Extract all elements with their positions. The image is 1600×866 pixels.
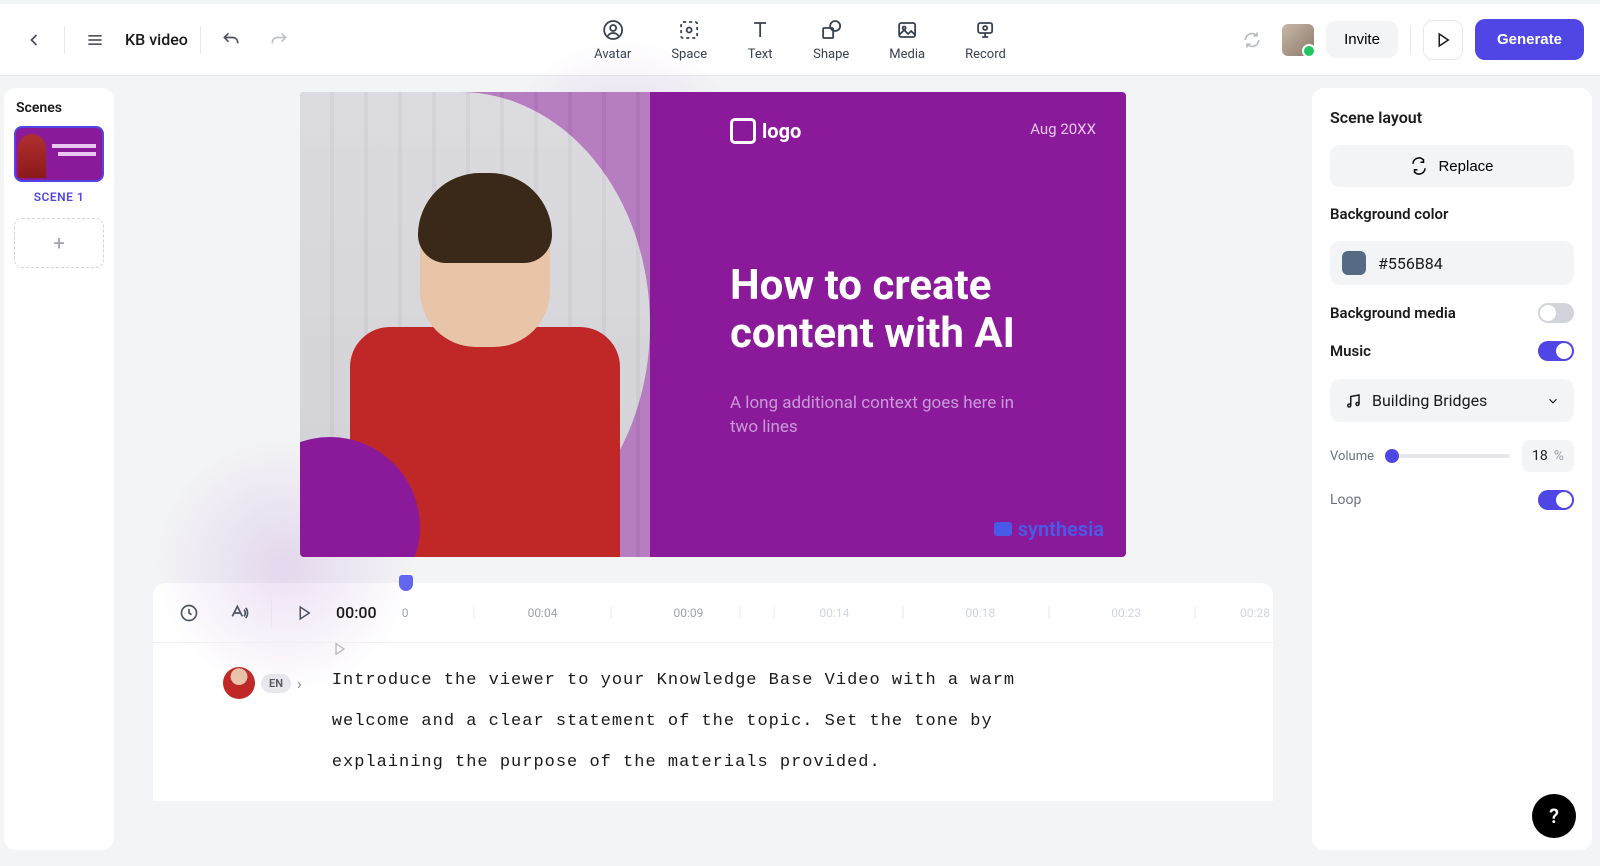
invite-button[interactable]: Invite [1326, 21, 1398, 58]
bg-color-picker[interactable]: #556B84 [1330, 241, 1574, 285]
bg-media-toggle[interactable] [1538, 303, 1574, 323]
music-label: Music [1330, 342, 1371, 360]
loop-label: Loop [1330, 492, 1361, 508]
loop-toggle[interactable] [1538, 490, 1574, 510]
script-text[interactable]: Introduce the viewer to your Knowledge B… [332, 661, 1092, 783]
top-bar: KB video Avatar Space Text Shape Media [0, 4, 1600, 76]
timeline-ruler[interactable]: 0 00:04 00:09 00:14 00:18 00:23 00:28 [397, 583, 1255, 642]
user-avatar[interactable] [1282, 24, 1314, 56]
timeline-panel: 00:00 0 00:04 00:09 00:14 00:18 00:23 [153, 583, 1273, 801]
canvas-area: logo Aug 20XX How to create content with… [114, 76, 1312, 862]
replace-button[interactable]: Replace [1330, 145, 1574, 187]
tool-record[interactable]: Record [965, 17, 1006, 62]
tick: 00:28 [1240, 606, 1270, 620]
tool-label: Text [748, 47, 773, 62]
scene-label: SCENE 1 [34, 190, 85, 204]
music-track-select[interactable]: Building Bridges [1330, 379, 1574, 422]
scene-layout-title: Scene layout [1330, 108, 1574, 127]
tick: 0 [402, 606, 409, 620]
undo-button[interactable] [213, 22, 249, 58]
chevron-left-icon [24, 30, 44, 50]
volume-value-box[interactable]: 18 % [1522, 440, 1574, 472]
canvas-date[interactable]: Aug 20XX [1030, 120, 1096, 138]
tick: 00:18 [965, 606, 995, 620]
chevron-down-icon [1546, 394, 1560, 408]
tool-label: Shape [813, 47, 849, 62]
music-toggle[interactable] [1538, 341, 1574, 361]
voice-button[interactable] [221, 595, 257, 631]
help-button[interactable]: ? [1532, 794, 1576, 838]
scenes-title: Scenes [12, 100, 62, 116]
redo-icon [269, 30, 289, 50]
inspector-panel: Scene layout Replace Background color #5… [1312, 88, 1592, 850]
undo-icon [221, 30, 241, 50]
timeline-current-time: 00:00 [336, 603, 377, 622]
volume-label: Volume [1330, 449, 1374, 464]
volume-slider[interactable] [1386, 454, 1510, 458]
project-title[interactable]: KB video [125, 30, 188, 49]
tick: 00:14 [819, 606, 849, 620]
canvas-headline[interactable]: How to create content with AI [730, 262, 1110, 359]
menu-button[interactable] [77, 22, 113, 58]
divider [200, 26, 201, 54]
tool-label: Media [889, 47, 925, 62]
tick: 00:23 [1111, 606, 1141, 620]
playhead[interactable] [399, 575, 413, 591]
canvas-logo[interactable]: logo [730, 118, 801, 144]
hamburger-icon [85, 30, 105, 50]
record-icon [973, 18, 997, 42]
play-icon [295, 604, 313, 622]
scene-canvas[interactable]: logo Aug 20XX How to create content with… [300, 92, 1126, 557]
divider [271, 599, 272, 627]
bg-media-label: Background media [1330, 304, 1456, 322]
music-track-name: Building Bridges [1372, 391, 1487, 410]
tool-label: Record [965, 47, 1006, 62]
canvas-brand: synthesia [994, 517, 1104, 541]
volume-unit: % [1554, 448, 1564, 464]
clock-icon [179, 603, 199, 623]
divider [1410, 26, 1411, 54]
volume-value: 18 [1532, 448, 1548, 464]
generate-button[interactable]: Generate [1475, 19, 1584, 60]
play-icon [1434, 31, 1452, 49]
shape-icon [819, 18, 843, 42]
scenes-panel: Scenes SCENE 1 + [4, 88, 114, 850]
tick: 00:04 [528, 606, 558, 620]
space-icon [677, 18, 701, 42]
media-icon [895, 18, 919, 42]
timing-button[interactable] [171, 595, 207, 631]
tool-media[interactable]: Media [889, 17, 925, 62]
marker-icon [332, 641, 348, 657]
divider [64, 26, 65, 54]
bg-color-label: Background color [1330, 205, 1574, 223]
scene-thumbnail[interactable] [14, 126, 104, 182]
add-scene-button[interactable]: + [14, 218, 104, 268]
voice-icon [229, 603, 249, 623]
timeline-play-button[interactable] [286, 595, 322, 631]
canvas-subline[interactable]: A long additional context goes here in t… [730, 392, 1030, 440]
swap-icon [1410, 157, 1428, 175]
replace-label: Replace [1438, 158, 1493, 175]
tool-shape[interactable]: Shape [813, 17, 849, 62]
sync-button[interactable] [1234, 22, 1270, 58]
preview-button[interactable] [1423, 20, 1463, 60]
tool-text[interactable]: Text [747, 17, 773, 62]
text-icon [748, 18, 772, 42]
back-button[interactable] [16, 22, 52, 58]
color-swatch [1342, 251, 1366, 275]
redo-button[interactable] [261, 22, 297, 58]
tick: 00:09 [673, 606, 703, 620]
music-icon [1344, 392, 1362, 410]
bg-color-value: #556B84 [1378, 254, 1443, 273]
sync-icon [1242, 30, 1262, 50]
